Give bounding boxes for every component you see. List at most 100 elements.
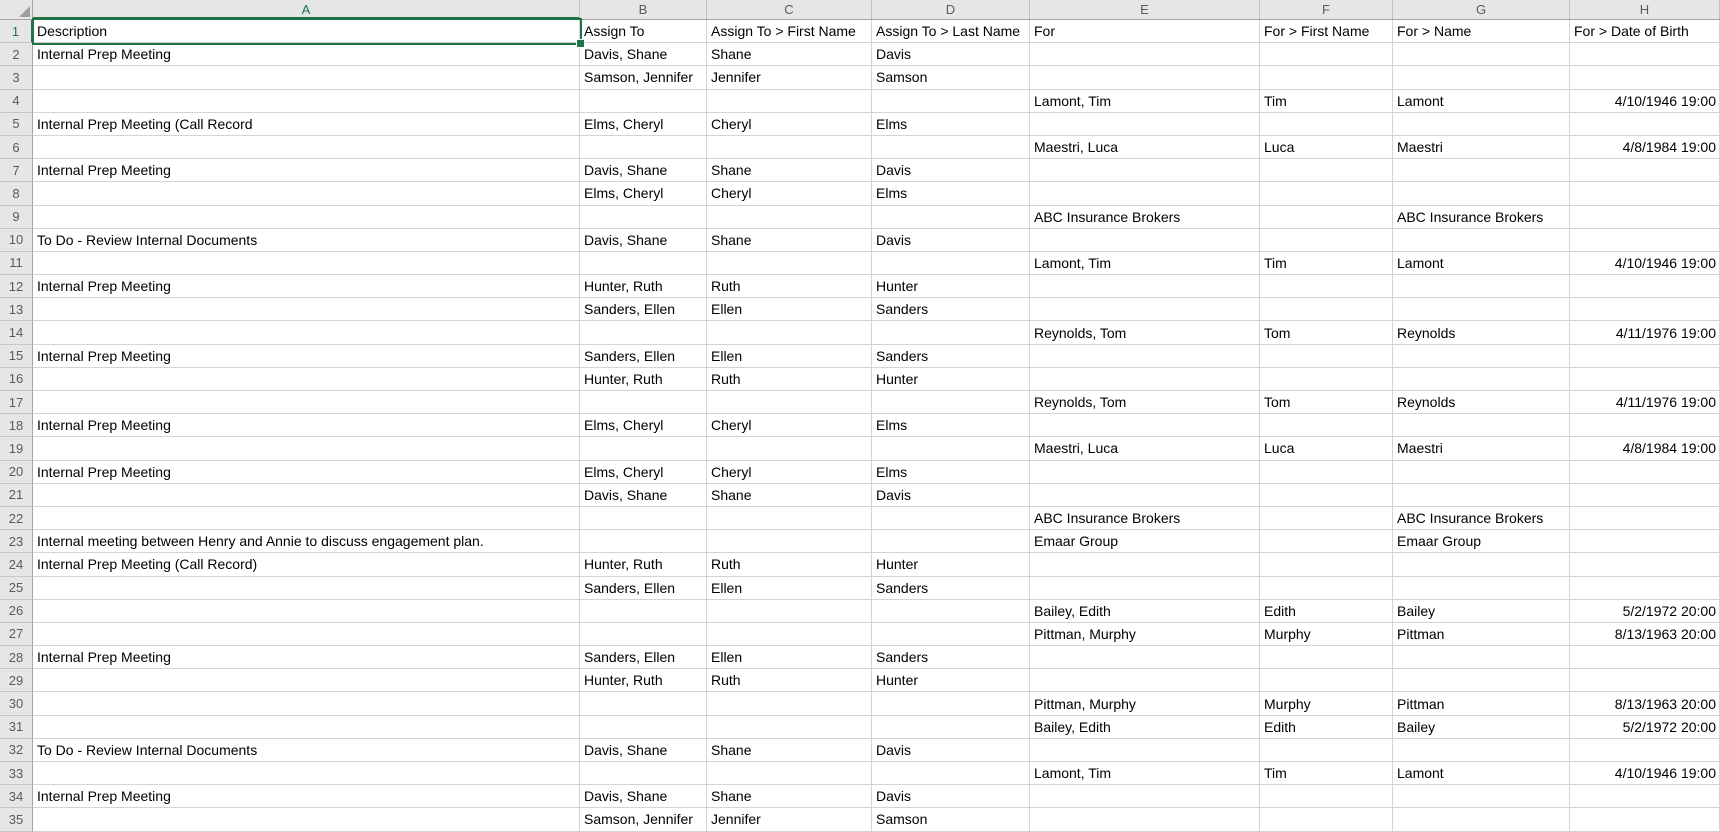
- cell-G28[interactable]: [1393, 646, 1570, 669]
- cell-D15[interactable]: Sanders: [872, 345, 1030, 368]
- cell-F27[interactable]: Murphy: [1260, 623, 1393, 646]
- row-header-19[interactable]: 19: [0, 437, 33, 460]
- row-header-29[interactable]: 29: [0, 669, 33, 692]
- cell-H11[interactable]: 4/10/1946 19:00: [1570, 252, 1720, 275]
- column-header-D[interactable]: D: [872, 0, 1030, 19]
- cell-F34[interactable]: [1260, 785, 1393, 808]
- cell-A1[interactable]: Description: [33, 20, 580, 43]
- cell-B5[interactable]: Elms, Cheryl: [580, 113, 707, 136]
- cell-G1[interactable]: For > Name: [1393, 20, 1570, 43]
- cell-A34[interactable]: Internal Prep Meeting: [33, 785, 580, 808]
- cell-E6[interactable]: Maestri, Luca: [1030, 136, 1260, 159]
- cell-E4[interactable]: Lamont, Tim: [1030, 90, 1260, 113]
- cell-B12[interactable]: Hunter, Ruth: [580, 275, 707, 298]
- cell-E28[interactable]: [1030, 646, 1260, 669]
- cell-D32[interactable]: Davis: [872, 739, 1030, 762]
- cell-E34[interactable]: [1030, 785, 1260, 808]
- cell-H34[interactable]: [1570, 785, 1720, 808]
- cell-C17[interactable]: [707, 391, 872, 414]
- cell-B31[interactable]: [580, 716, 707, 739]
- cell-C32[interactable]: Shane: [707, 739, 872, 762]
- cell-B16[interactable]: Hunter, Ruth: [580, 368, 707, 391]
- cell-D3[interactable]: Samson: [872, 66, 1030, 89]
- cell-A21[interactable]: [33, 484, 580, 507]
- cell-F4[interactable]: Tim: [1260, 90, 1393, 113]
- cell-C27[interactable]: [707, 623, 872, 646]
- cell-C24[interactable]: Ruth: [707, 553, 872, 576]
- cell-C20[interactable]: Cheryl: [707, 461, 872, 484]
- cell-G2[interactable]: [1393, 43, 1570, 66]
- cell-A24[interactable]: Internal Prep Meeting (Call Record): [33, 553, 580, 576]
- cell-H30[interactable]: 8/13/1963 20:00: [1570, 692, 1720, 715]
- row-header-6[interactable]: 6: [0, 136, 33, 159]
- cell-C2[interactable]: Shane: [707, 43, 872, 66]
- cell-C28[interactable]: Ellen: [707, 646, 872, 669]
- cell-H6[interactable]: 4/8/1984 19:00: [1570, 136, 1720, 159]
- cell-F18[interactable]: [1260, 414, 1393, 437]
- row-header-10[interactable]: 10: [0, 229, 33, 252]
- cell-E5[interactable]: [1030, 113, 1260, 136]
- cell-B13[interactable]: Sanders, Ellen: [580, 298, 707, 321]
- cell-E19[interactable]: Maestri, Luca: [1030, 437, 1260, 460]
- cell-F20[interactable]: [1260, 461, 1393, 484]
- cell-A8[interactable]: [33, 182, 580, 205]
- cell-G22[interactable]: ABC Insurance Brokers: [1393, 507, 1570, 530]
- cell-E23[interactable]: Emaar Group: [1030, 530, 1260, 553]
- cell-A35[interactable]: [33, 808, 580, 831]
- cell-C9[interactable]: [707, 206, 872, 229]
- cell-E25[interactable]: [1030, 577, 1260, 600]
- cell-B29[interactable]: Hunter, Ruth: [580, 669, 707, 692]
- column-header-A[interactable]: A: [33, 0, 580, 19]
- cell-G12[interactable]: [1393, 275, 1570, 298]
- select-all-corner[interactable]: [0, 0, 33, 19]
- row-header-17[interactable]: 17: [0, 391, 33, 414]
- cell-F6[interactable]: Luca: [1260, 136, 1393, 159]
- column-header-C[interactable]: C: [707, 0, 872, 19]
- cell-E22[interactable]: ABC Insurance Brokers: [1030, 507, 1260, 530]
- cell-G14[interactable]: Reynolds: [1393, 321, 1570, 344]
- cell-B33[interactable]: [580, 762, 707, 785]
- cell-H35[interactable]: [1570, 808, 1720, 831]
- cell-C12[interactable]: Ruth: [707, 275, 872, 298]
- cell-E30[interactable]: Pittman, Murphy: [1030, 692, 1260, 715]
- cell-B8[interactable]: Elms, Cheryl: [580, 182, 707, 205]
- cell-H2[interactable]: [1570, 43, 1720, 66]
- cell-H28[interactable]: [1570, 646, 1720, 669]
- cell-H19[interactable]: 4/8/1984 19:00: [1570, 437, 1720, 460]
- cell-D19[interactable]: [872, 437, 1030, 460]
- cell-G20[interactable]: [1393, 461, 1570, 484]
- cell-F14[interactable]: Tom: [1260, 321, 1393, 344]
- row-header-22[interactable]: 22: [0, 507, 33, 530]
- cell-C8[interactable]: Cheryl: [707, 182, 872, 205]
- cell-C35[interactable]: Jennifer: [707, 808, 872, 831]
- cell-H14[interactable]: 4/11/1976 19:00: [1570, 321, 1720, 344]
- cell-A22[interactable]: [33, 507, 580, 530]
- cell-G31[interactable]: Bailey: [1393, 716, 1570, 739]
- row-header-26[interactable]: 26: [0, 600, 33, 623]
- cell-E7[interactable]: [1030, 159, 1260, 182]
- cell-H5[interactable]: [1570, 113, 1720, 136]
- cell-E20[interactable]: [1030, 461, 1260, 484]
- cell-D31[interactable]: [872, 716, 1030, 739]
- cell-B10[interactable]: Davis, Shane: [580, 229, 707, 252]
- cell-D2[interactable]: Davis: [872, 43, 1030, 66]
- cell-C23[interactable]: [707, 530, 872, 553]
- cell-D12[interactable]: Hunter: [872, 275, 1030, 298]
- cell-E13[interactable]: [1030, 298, 1260, 321]
- cell-A27[interactable]: [33, 623, 580, 646]
- cell-E11[interactable]: Lamont, Tim: [1030, 252, 1260, 275]
- cell-H4[interactable]: 4/10/1946 19:00: [1570, 90, 1720, 113]
- row-header-13[interactable]: 13: [0, 298, 33, 321]
- cell-C34[interactable]: Shane: [707, 785, 872, 808]
- cell-C21[interactable]: Shane: [707, 484, 872, 507]
- cell-C30[interactable]: [707, 692, 872, 715]
- cell-C6[interactable]: [707, 136, 872, 159]
- cell-G17[interactable]: Reynolds: [1393, 391, 1570, 414]
- cell-D34[interactable]: Davis: [872, 785, 1030, 808]
- cell-A30[interactable]: [33, 692, 580, 715]
- cell-C33[interactable]: [707, 762, 872, 785]
- cell-D5[interactable]: Elms: [872, 113, 1030, 136]
- row-header-23[interactable]: 23: [0, 530, 33, 553]
- cell-A12[interactable]: Internal Prep Meeting: [33, 275, 580, 298]
- cell-A32[interactable]: To Do - Review Internal Documents: [33, 739, 580, 762]
